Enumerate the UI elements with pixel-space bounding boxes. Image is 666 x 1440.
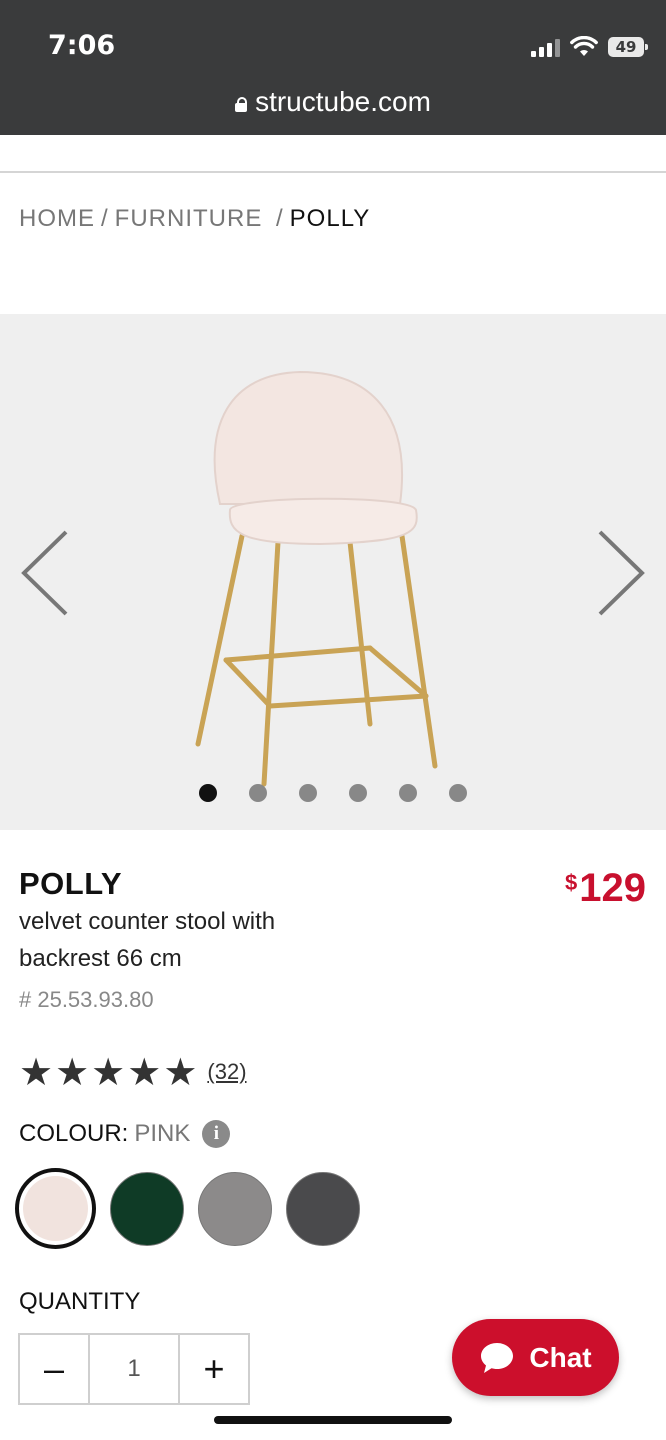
home-indicator[interactable] [214, 1416, 452, 1424]
wifi-icon [570, 36, 598, 56]
product-image [195, 370, 438, 787]
rating-stars: ★ ★ ★ ★ ★ [19, 1053, 197, 1091]
chat-bubble-icon [481, 1342, 514, 1373]
product-price: $129 [565, 866, 646, 911]
quantity-stepper: – 1 + [18, 1333, 250, 1405]
header-divider [0, 171, 666, 173]
quantity-input[interactable]: 1 [88, 1335, 180, 1403]
chevron-left-icon[interactable] [20, 528, 70, 618]
address-bar[interactable]: structube.com [0, 86, 666, 118]
product-image-gallery[interactable] [0, 314, 666, 830]
breadcrumb-current: POLLY [289, 205, 371, 232]
breadcrumb-furniture[interactable]: FURNITURE [115, 205, 263, 232]
breadcrumb-separator: / [276, 205, 284, 232]
colour-label: COLOUR: [19, 1120, 129, 1147]
breadcrumb-home[interactable]: HOME [19, 205, 95, 232]
star-icon: ★ [19, 1050, 54, 1094]
chat-label: Chat [529, 1341, 592, 1373]
gallery-pagination [0, 784, 666, 802]
info-icon[interactable]: i [202, 1120, 231, 1148]
swatch-pink[interactable] [15, 1168, 96, 1249]
gallery-dot[interactable] [299, 784, 317, 802]
colour-selector-label: COLOUR: PINK i [19, 1120, 231, 1148]
cellular-signal-icon [531, 37, 560, 57]
product-sku: # 25.53.93.80 [19, 987, 154, 1012]
lock-icon [235, 96, 248, 112]
quantity-increase-button[interactable]: + [180, 1335, 248, 1403]
status-time: 7:06 [48, 30, 116, 61]
gallery-dot[interactable] [399, 784, 417, 802]
colour-swatches [15, 1168, 360, 1249]
star-icon: ★ [127, 1050, 162, 1094]
browser-top-bar: 7:06 49 structube.com [0, 0, 666, 135]
product-rating: ★ ★ ★ ★ ★ (32) [19, 1053, 247, 1091]
gallery-dot[interactable] [449, 784, 467, 802]
price-amount: 129 [579, 866, 646, 910]
star-icon: ★ [91, 1050, 126, 1094]
reviews-link[interactable]: (32) [207, 1059, 246, 1085]
swatch-charcoal[interactable] [286, 1171, 360, 1246]
swatch-grey[interactable] [198, 1171, 272, 1246]
price-currency: $ [565, 870, 578, 895]
status-icons: 49 [531, 36, 648, 58]
breadcrumb: HOME / FURNITURE / POLLY [19, 205, 370, 233]
product-name: POLLY [19, 866, 122, 901]
swatch-green[interactable] [110, 1171, 184, 1246]
url-text: structube.com [255, 86, 431, 117]
star-icon: ★ [163, 1050, 198, 1094]
chat-button[interactable]: Chat [452, 1319, 619, 1396]
quantity-decrease-button[interactable]: – [20, 1335, 88, 1403]
gallery-dot[interactable] [349, 784, 367, 802]
chevron-right-icon[interactable] [596, 528, 646, 618]
breadcrumb-separator: / [101, 205, 109, 232]
quantity-label: QUANTITY [19, 1288, 141, 1315]
gallery-dot[interactable] [249, 784, 267, 802]
colour-value: PINK [134, 1120, 191, 1147]
gallery-dot[interactable] [199, 784, 217, 802]
battery-icon: 49 [608, 37, 648, 57]
product-description: velvet counter stool with backrest 66 cm [19, 908, 276, 972]
star-icon: ★ [55, 1050, 90, 1094]
